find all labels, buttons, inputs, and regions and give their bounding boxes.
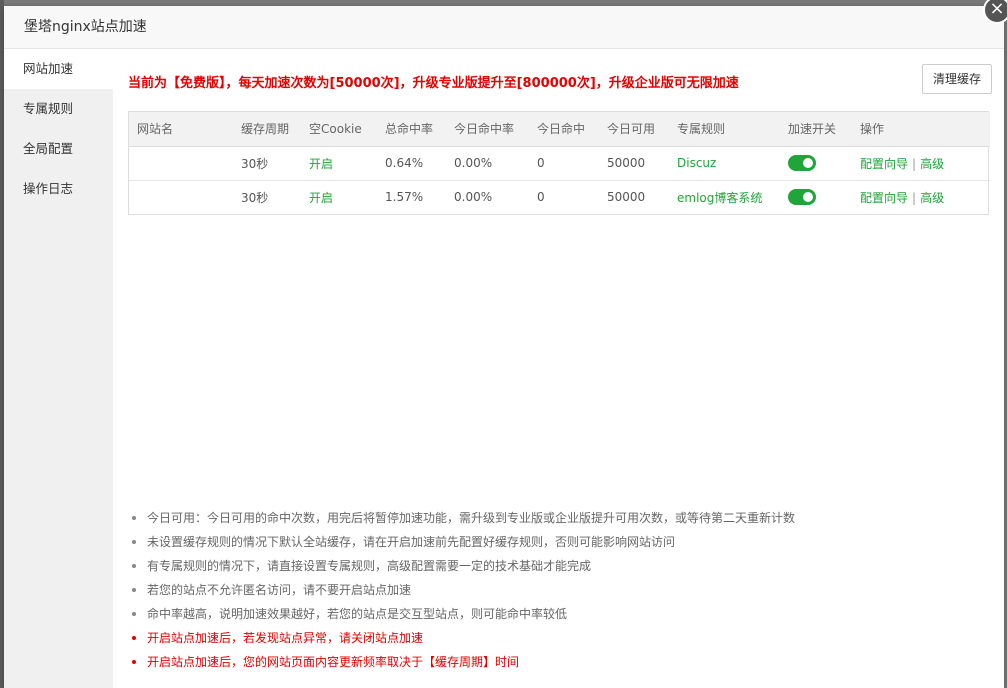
config-wizard-link[interactable]: 配置向导: [860, 191, 908, 205]
col-empty-cookie: 空Cookie: [309, 112, 385, 147]
empty-cookie-status: 开启: [309, 190, 334, 205]
empty-cookie-status: 开启: [309, 146, 385, 181]
tip-item: 若您的站点不允许匿名访问，请不要开启站点加速: [130, 578, 795, 602]
config-wizard-link[interactable]: 配置向导: [860, 157, 908, 171]
col-cache-period: 缓存周期: [241, 112, 309, 147]
col-actions: 操作: [860, 112, 990, 147]
table-row: 30秒 开启 1.57% 0.00% 0 50000 emlog博客系统 配置向…: [129, 180, 990, 214]
clear-cache-button[interactable]: 清理缓存: [922, 64, 992, 94]
exclusive-rule-link[interactable]: Discuz: [677, 146, 788, 181]
today-hits: 0: [537, 146, 607, 181]
action-separator: |: [912, 190, 917, 205]
today-hit-rate: 0.00%: [454, 146, 537, 181]
col-exclusive-rule: 专属规则: [677, 112, 788, 147]
speedup-toggle[interactable]: [788, 155, 816, 171]
site-table: 网站名 缓存周期 空Cookie 总命中率 今日命中率 今日命中 今日可用 专属…: [128, 111, 990, 215]
actions-cell: 配置向导 | 高级: [860, 146, 990, 181]
actions-cell: 配置向导 | 高级: [860, 180, 990, 214]
col-today-hits: 今日命中: [537, 112, 607, 147]
tip-item: 命中率越高，说明加速效果越好，若您的站点是交互型站点，则可能命中率较低: [130, 602, 795, 626]
speedup-toggle[interactable]: [788, 189, 816, 206]
col-today-available: 今日可用: [607, 112, 677, 147]
tip-item: 有专属规则的情况下，请直接设置专属规则，高级配置需要一定的技术基础才能完成: [130, 554, 795, 578]
sidebar-item-operation-log[interactable]: 操作日志: [4, 169, 113, 209]
sidebar: 网站加速 专属规则 全局配置 操作日志: [4, 49, 113, 688]
sidebar-item-global-config[interactable]: 全局配置: [4, 129, 113, 169]
tips-list: 今日可用：今日可用的命中次数，用完后将暂停加速功能，需升级到专业版或企业版提升可…: [130, 506, 795, 674]
today-available: 50000: [607, 146, 677, 181]
total-hit-rate: 0.64%: [385, 146, 454, 181]
advanced-link[interactable]: 高级: [920, 157, 944, 171]
col-site-name: 网站名: [129, 112, 241, 147]
site-name: [129, 146, 241, 181]
main-panel: 当前为【免费版】，每天加速次数为[50000次]，升级专业版提升至[800000…: [113, 49, 1004, 688]
today-available: 50000: [607, 190, 646, 205]
speedup-switch-cell: [788, 180, 860, 214]
speedup-switch-cell: [788, 146, 860, 181]
tip-item: 今日可用：今日可用的命中次数，用完后将暂停加速功能，需升级到专业版或企业版提升可…: [130, 506, 795, 530]
table-row: 30秒 开启 0.64% 0.00% 0 50000 Discuz 配置向导 | 高…: [129, 146, 990, 181]
sidebar-item-exclusive-rules[interactable]: 专属规则: [4, 89, 113, 129]
table-header-row: 网站名 缓存周期 空Cookie 总命中率 今日命中率 今日命中 今日可用 专属…: [129, 112, 990, 147]
cache-period: 30秒: [241, 146, 309, 181]
total-hit-rate: 1.57%: [385, 190, 424, 205]
advanced-link[interactable]: 高级: [920, 191, 944, 205]
cache-period: 30秒: [241, 190, 269, 205]
tip-item: 未设置缓存规则的情况下默认全站缓存，请在开启加速前先配置好缓存规则，否则可能影响…: [130, 530, 795, 554]
tip-item-warning: 开启站点加速后，若发现站点异常，请关闭站点加速: [130, 626, 795, 650]
tip-item-warning: 开启站点加速后，您的网站页面内容更新频率取决于【缓存周期】时间: [130, 650, 795, 674]
exclusive-rule-link[interactable]: emlog博客系统: [677, 180, 788, 214]
col-speedup-switch: 加速开关: [788, 112, 860, 147]
dialog-title: 堡塔nginx站点加速: [4, 6, 1004, 49]
site-name: [129, 180, 241, 214]
today-hit-rate: 0.00%: [454, 190, 493, 205]
speedup-dialog: 堡塔nginx站点加速 × 网站加速 专属规则 全局配置 操作日志 当前为【免费…: [4, 0, 1007, 688]
col-total-hit-rate: 总命中率: [385, 112, 454, 147]
sidebar-item-site-speedup[interactable]: 网站加速: [4, 49, 113, 89]
today-hits: 0: [537, 190, 545, 205]
version-notice: 当前为【免费版】，每天加速次数为[50000次]，升级专业版提升至[800000…: [128, 76, 739, 91]
action-separator: |: [912, 156, 917, 171]
col-today-hit-rate: 今日命中率: [454, 112, 537, 147]
